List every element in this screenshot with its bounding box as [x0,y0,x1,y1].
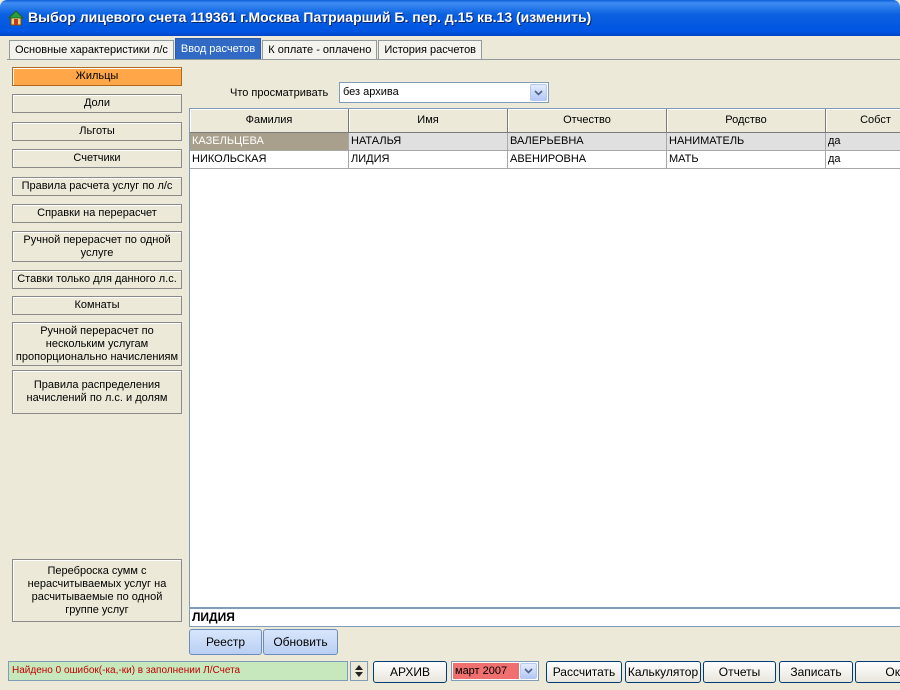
month-select[interactable]: март 2007 [451,661,539,681]
home-icon [8,10,24,26]
cell-owner[interactable]: да [826,151,900,169]
menu-rooms-button[interactable]: Комнаты [12,296,182,315]
cell-surname[interactable]: КАЗЕЛЬЦЕВА [190,133,349,151]
status-message: Найдено 0 ошибок(-ка,-ки) в заполнении Л… [8,661,348,681]
tab-main-characteristics[interactable]: Основные характеристики л/с [9,40,174,60]
registry-button[interactable]: Реестр [189,629,262,655]
column-header-patronymic[interactable]: Отчество [508,109,667,133]
menu-rates-account-button[interactable]: Ставки только для данного л.с. [12,270,182,289]
up-down-arrows-icon[interactable] [351,662,367,680]
view-filter-value: без архива [343,86,399,98]
tab-to-pay-paid[interactable]: К оплате - оплачено [262,40,378,60]
menu-manual-recalc-one-button[interactable]: Ручной перерасчет по одной услуге [12,231,182,262]
cell-relation[interactable]: МАТЬ [667,151,826,169]
archive-button[interactable]: АРХИВ [373,661,447,683]
menu-shares-button[interactable]: Доли [12,94,182,113]
cell-name[interactable]: ЛИДИЯ [349,151,508,169]
menu-distribution-rules-button[interactable]: Правила распределения начислений по л.с.… [12,370,182,414]
menu-recalc-certificates-button[interactable]: Справки на перерасчет [12,204,182,223]
residents-grid[interactable]: Фамилия Имя Отчество Родство Собст КАЗЕЛ… [189,108,900,608]
window-title: Выбор лицевого счета 119361 г.Москва Пат… [28,9,592,25]
refresh-button[interactable]: Обновить [263,629,338,655]
save-button[interactable]: Записать [779,661,853,683]
chevron-down-icon[interactable] [520,663,537,679]
cell-patronymic[interactable]: ВАЛЕРЬЕВНА [508,133,667,151]
column-header-surname[interactable]: Фамилия [190,109,349,133]
chevron-down-icon[interactable] [530,84,547,101]
cell-relation[interactable]: НАНИМАТЕЛЬ [667,133,826,151]
menu-transfer-sums-button[interactable]: Переброска сумм с нерасчитываемых услуг … [12,559,182,622]
column-header-relation[interactable]: Родство [667,109,826,133]
cell-surname[interactable]: НИКОЛЬСКАЯ [190,151,349,169]
table-row[interactable]: НИКОЛЬСКАЯ ЛИДИЯ АВЕНИРОВНА МАТЬ да [190,151,900,169]
menu-residents-button[interactable]: Жильцы [12,67,182,86]
tab-calc-history[interactable]: История расчетов [378,40,483,60]
title-bar[interactable]: Выбор лицевого счета 119361 г.Москва Пат… [0,0,900,36]
menu-meters-button[interactable]: Счетчики [12,149,182,168]
ok-button[interactable]: Ок [855,661,900,683]
cell-patronymic[interactable]: АВЕНИРОВНА [508,151,667,169]
column-header-name[interactable]: Имя [349,109,508,133]
grid-header: Фамилия Имя Отчество Родство Собст [190,109,900,133]
view-filter-label: Что просматривать [230,87,329,99]
menu-calc-rules-button[interactable]: Правила расчета услуг по л/с [12,177,182,196]
calculator-button[interactable]: Калькулятор [625,661,701,683]
tab-enter-calculations[interactable]: Ввод расчетов [174,38,262,60]
column-header-owner[interactable]: Собст [826,109,900,133]
cell-owner[interactable]: да [826,133,900,151]
current-name-field: ЛИДИЯ [189,608,900,627]
view-filter-select[interactable]: без архива [339,82,549,103]
menu-benefits-button[interactable]: Льготы [12,122,182,141]
tab-strip: Основные характеристики л/с Ввод расчето… [9,38,483,60]
cell-name[interactable]: НАТАЛЬЯ [349,133,508,151]
calculate-button[interactable]: Рассчитать [546,661,622,683]
reports-button[interactable]: Отчеты [703,661,776,683]
status-spinner[interactable] [350,661,368,681]
table-row[interactable]: КАЗЕЛЬЦЕВА НАТАЛЬЯ ВАЛЕРЬЕВНА НАНИМАТЕЛЬ… [190,133,900,151]
month-value: март 2007 [453,663,519,679]
menu-manual-recalc-several-button[interactable]: Ручной перерасчет по нескольким услугам … [12,322,182,366]
tab-divider [7,59,900,60]
